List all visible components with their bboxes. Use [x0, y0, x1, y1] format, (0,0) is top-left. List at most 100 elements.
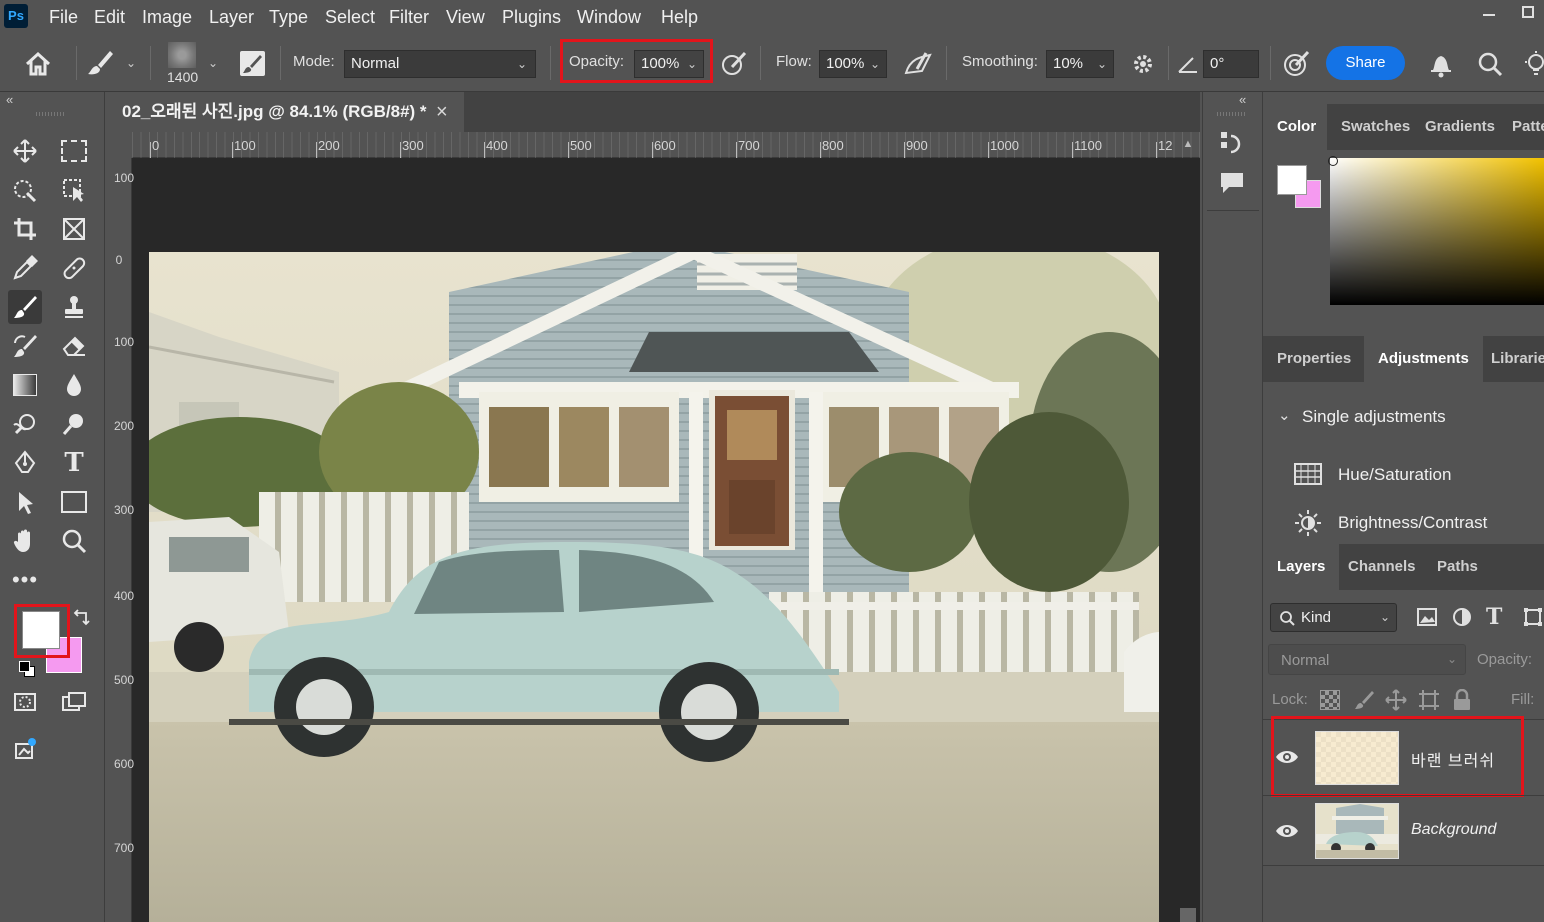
angle-icon[interactable] — [1176, 52, 1200, 76]
toolbar-grip[interactable] — [36, 112, 66, 116]
menu-layer[interactable]: Layer — [209, 0, 254, 34]
search-icon[interactable] — [1476, 50, 1504, 78]
pressure-opacity-icon[interactable] — [719, 49, 749, 79]
menu-edit[interactable]: Edit — [94, 0, 125, 34]
menu-plugins[interactable]: Plugins — [502, 0, 561, 34]
minimize-button[interactable] — [1470, 0, 1506, 26]
tab-color[interactable]: Color — [1263, 104, 1327, 150]
menu-image[interactable]: Image — [142, 0, 192, 34]
panel-foreground-swatch[interactable] — [1277, 165, 1307, 195]
tab-adjustments[interactable]: Adjustments — [1364, 336, 1483, 382]
tab-patterns[interactable]: Patte — [1498, 104, 1544, 150]
eraser-tool-icon[interactable] — [57, 329, 91, 363]
history-brush-tool-icon[interactable] — [8, 329, 42, 363]
filter-adjustment-layers-icon[interactable] — [1451, 606, 1473, 628]
collapse-panels-icon[interactable]: « — [1239, 92, 1246, 107]
history-panel-icon[interactable] — [1217, 128, 1247, 158]
rectangle-tool-icon[interactable] — [57, 485, 91, 519]
document-tab[interactable]: 02_오래된 사진.jpg @ 84.1% (RGB/8#) * × — [106, 92, 464, 132]
eyedropper-tool-icon[interactable] — [8, 251, 42, 285]
blur-tool-icon[interactable] — [57, 368, 91, 402]
gradient-tool-icon[interactable] — [8, 368, 42, 402]
tab-channels[interactable]: Channels — [1334, 544, 1430, 590]
smoothing-input[interactable]: 10% ⌄ — [1046, 50, 1114, 78]
eye-icon[interactable] — [1275, 823, 1299, 839]
chevron-down-icon[interactable]: ⌄ — [126, 56, 136, 70]
pen-tool-icon[interactable] — [8, 446, 42, 480]
tab-layers[interactable]: Layers — [1263, 544, 1340, 590]
filter-shape-layers-icon[interactable] — [1522, 606, 1544, 628]
photoshop-logo-icon[interactable]: Ps — [4, 4, 28, 28]
airbrush-icon[interactable] — [902, 49, 934, 79]
healing-brush-tool-icon[interactable] — [57, 251, 91, 285]
lock-image-pixels-icon[interactable] — [1353, 689, 1375, 711]
color-picker-cursor[interactable] — [1328, 156, 1338, 166]
flow-input[interactable]: 100% ⌄ — [819, 50, 887, 78]
share-button[interactable]: Share — [1326, 46, 1405, 80]
layer-row[interactable]: Background — [1263, 796, 1544, 866]
menu-view[interactable]: View — [446, 0, 485, 34]
opacity-input[interactable]: 100% ⌄ — [634, 50, 704, 78]
vertical-ruler[interactable]: 100 0 100 200 300 400 500 600 700 — [106, 158, 134, 922]
color-picker-field[interactable] — [1330, 158, 1544, 305]
maximize-button[interactable] — [1510, 0, 1544, 26]
zoom-tool-icon[interactable] — [57, 524, 91, 558]
layer-kind-filter[interactable]: Kind ⌄ — [1270, 603, 1397, 632]
layer-name[interactable]: Background — [1411, 821, 1496, 839]
adjustment-brightness-contrast[interactable]: Brightness/Contrast — [1338, 513, 1487, 533]
move-tool-icon[interactable] — [8, 134, 42, 168]
hand-tool-icon[interactable] — [8, 524, 42, 558]
adjustment-hue-saturation[interactable]: Hue/Saturation — [1338, 465, 1451, 485]
crop-tool-icon[interactable] — [8, 212, 42, 246]
scroll-up-icon[interactable]: ▲ — [1178, 138, 1198, 152]
comments-panel-icon[interactable] — [1217, 168, 1247, 198]
menu-file[interactable]: File — [49, 0, 78, 34]
type-tool-icon[interactable]: T — [57, 446, 91, 480]
path-selection-tool-icon[interactable] — [8, 485, 42, 519]
menu-help[interactable]: Help — [661, 0, 698, 34]
marquee-tool-icon[interactable] — [57, 134, 91, 168]
brush-preset-icon[interactable] — [86, 48, 114, 78]
chevron-down-icon[interactable]: ⌄ — [208, 56, 218, 70]
lock-all-icon[interactable] — [1452, 688, 1472, 711]
lock-position-icon[interactable] — [1385, 689, 1407, 711]
quick-selection-tool-icon[interactable] — [8, 173, 42, 207]
lock-transparent-pixels-icon[interactable] — [1320, 690, 1340, 710]
tab-paths[interactable]: Paths — [1423, 544, 1492, 590]
lightbulb-icon[interactable] — [1520, 50, 1544, 78]
gear-icon[interactable] — [1130, 51, 1156, 77]
layer-blend-mode-select[interactable]: Normal ⌄ — [1268, 644, 1466, 675]
swap-colors-icon[interactable] — [72, 609, 90, 627]
menu-filter[interactable]: Filter — [389, 0, 429, 34]
zoom-like-tool-icon[interactable] — [57, 407, 91, 441]
symmetry-icon[interactable] — [1281, 49, 1311, 79]
brush-settings-icon[interactable] — [240, 51, 265, 76]
clone-stamp-tool-icon[interactable] — [57, 290, 91, 324]
brush-tip-preview[interactable] — [168, 42, 196, 68]
angle-input[interactable]: 0° — [1203, 50, 1259, 78]
menu-type[interactable]: Type — [269, 0, 308, 34]
tab-swatches[interactable]: Swatches — [1327, 104, 1424, 150]
vertical-scrollbar-thumb[interactable] — [1180, 908, 1196, 922]
menu-select[interactable]: Select — [325, 0, 375, 34]
more-tools-icon[interactable]: ••• — [8, 563, 42, 597]
bell-icon[interactable] — [1428, 50, 1454, 78]
lock-artboard-icon[interactable] — [1418, 689, 1440, 711]
filter-pixel-layers-icon[interactable] — [1416, 606, 1438, 628]
chevron-down-icon[interactable]: ⌄ — [1278, 406, 1296, 426]
single-adjustments-header[interactable]: Single adjustments — [1302, 407, 1446, 427]
default-colors-icon[interactable] — [18, 660, 36, 678]
collapse-toolbar-icon[interactable]: « — [6, 92, 13, 107]
screen-mode-icon[interactable] — [57, 685, 91, 719]
frame-tool-icon[interactable] — [57, 212, 91, 246]
panel-strip-grip[interactable] — [1217, 112, 1247, 116]
dodge-tool-icon[interactable] — [8, 407, 42, 441]
menu-window[interactable]: Window — [577, 0, 641, 34]
object-selection-tool-icon[interactable] — [57, 173, 91, 207]
ruler-corner[interactable] — [106, 132, 132, 158]
brush-tool-icon[interactable] — [8, 290, 42, 324]
generative-edit-icon[interactable] — [8, 732, 42, 766]
close-tab-icon[interactable]: × — [436, 92, 448, 132]
tab-gradients[interactable]: Gradients — [1411, 104, 1509, 150]
filter-type-layers-icon[interactable]: T — [1486, 604, 1508, 630]
